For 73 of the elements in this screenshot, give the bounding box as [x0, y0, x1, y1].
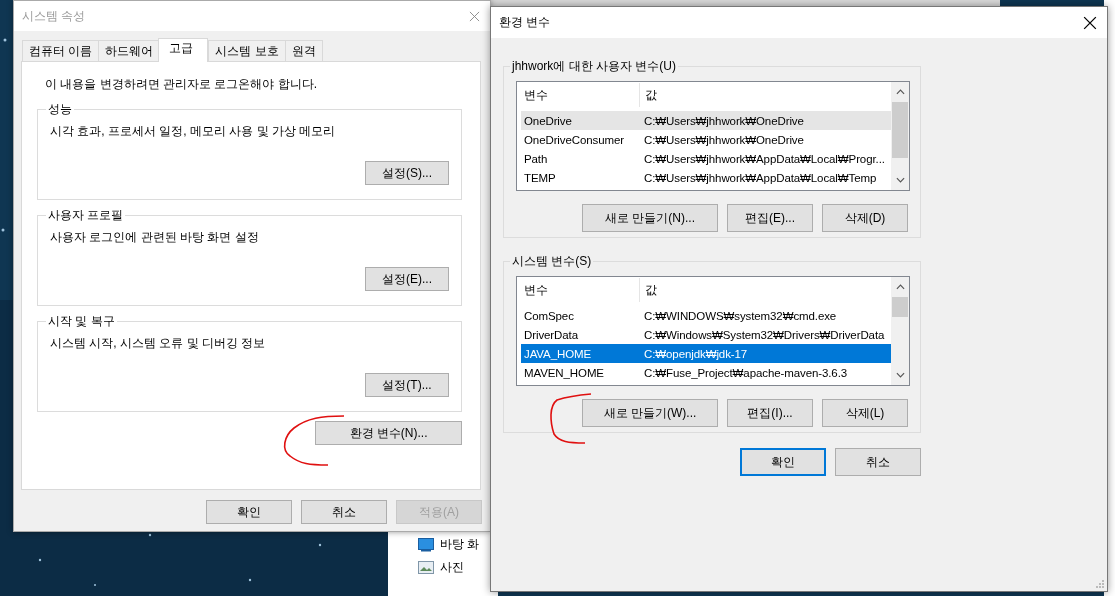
group-description: 시스템 시작, 시스템 오류 및 디버깅 정보 [50, 335, 267, 352]
variable-value: C:₩WINDOWS₩system32₩cmd.exe [643, 309, 837, 322]
close-icon[interactable] [1083, 15, 1097, 30]
scroll-up-icon[interactable] [895, 284, 905, 290]
hand-drawn-arc-drawing [549, 392, 593, 446]
window-title: 환경 변수 [499, 14, 551, 31]
list-action-button[interactable]: 새로 만들기(N)... [582, 204, 718, 232]
list-row[interactable]: TEMP C:₩Users₩jhhwork₩AppData₩Local₩Temp [521, 168, 891, 187]
environment-variables-button[interactable]: 환경 변수(N)... [315, 421, 462, 445]
variable-name: JAVA_HOME [523, 347, 593, 360]
group-title: 성능 [47, 101, 73, 118]
list-action-button[interactable]: 삭제(D) [822, 204, 908, 232]
list-row[interactable]: ComSpec C:₩WINDOWS₩system32₩cmd.exe [521, 306, 891, 325]
group-description: 시각 효과, 프로세서 일정, 메모리 사용 및 가상 메모리 [50, 123, 337, 140]
folder-label[interactable]: 바탕 화 [440, 536, 480, 553]
list-row[interactable]: JAVA_HOME C:₩openjdk₩jdk-17 [521, 344, 891, 363]
variable-name: ComSpec [523, 309, 575, 322]
tab[interactable]: 고급 [158, 38, 209, 62]
dialog-button[interactable]: 확인 [740, 448, 826, 476]
scroll-down-icon[interactable] [895, 177, 905, 183]
scroll-up-icon[interactable] [895, 89, 905, 95]
variable-value: C:₩Users₩jhhwork₩OneDrive [643, 114, 804, 127]
group-description: 사용자 로그인에 관련된 바탕 화면 설정 [50, 229, 260, 246]
group-title: 사용자 프로필 [47, 207, 125, 224]
dialog-button[interactable]: 취소 [301, 500, 387, 524]
hand-drawn-arc-drawing [282, 414, 346, 468]
variable-name: Path [523, 152, 549, 165]
list-row[interactable]: DriverData C:₩Windows₩System32₩Drivers₩DriverData [521, 325, 891, 344]
list-action-button[interactable]: 새로 만들기(W)... [582, 399, 718, 427]
folder-label[interactable]: 사진 [440, 559, 464, 576]
list-row[interactable]: OneDriveConsumer C:₩Users₩jhhwork₩OneDrive [521, 130, 891, 149]
tab[interactable]: 컴퓨터 이름 [22, 40, 100, 61]
scroll-thumb[interactable] [892, 102, 908, 158]
settings-button[interactable]: 설정(S)... [365, 161, 449, 185]
monitor-icon [418, 537, 434, 552]
notice-text: 이 내용을 변경하려면 관리자로 로그온해야 합니다. [45, 76, 318, 93]
settings-button[interactable]: 설정(T)... [365, 373, 449, 397]
variable-value: C:₩Users₩jhhwork₩AppData₩Local₩Progr... [643, 152, 885, 165]
variable-value: C:₩Users₩jhhwork₩AppData₩Local₩Temp [643, 171, 877, 184]
variable-value: C:₩Windows₩System32₩Drivers₩DriverData [643, 328, 885, 341]
list-action-button[interactable]: 편집(I)... [727, 399, 813, 427]
group-title: jhhwork에 대한 사용자 변수(U) [510, 58, 677, 75]
dialog-button[interactable]: 취소 [835, 448, 921, 476]
list-action-button[interactable]: 삭제(L) [822, 399, 908, 427]
variable-name: OneDriveConsumer [523, 133, 626, 146]
variable-value: C:₩Fuse_Project₩apache-maven-3.6.3 [643, 366, 848, 379]
group-title: 시스템 변수(S) [511, 253, 593, 270]
variable-value: C:₩openjdk₩jdk-17 [643, 347, 748, 360]
column-header[interactable]: 변수 [521, 278, 640, 302]
variable-name: TEMP [523, 171, 557, 184]
variable-value: C:₩Users₩jhhwork₩OneDrive [643, 133, 804, 146]
window-title: 시스템 속성 [22, 7, 86, 25]
column-header[interactable]: 변수 [521, 83, 640, 107]
list-row[interactable]: MAVEN_HOME C:₩Fuse_Project₩apache-maven-3.6.3 [521, 363, 891, 382]
image-icon [418, 560, 434, 575]
group-title: 시작 및 복구 [47, 313, 116, 330]
resize-grip-icon[interactable] [1096, 580, 1104, 588]
scrollbar[interactable] [891, 277, 909, 385]
scrollbar[interactable] [891, 82, 909, 190]
scroll-down-icon[interactable] [895, 372, 905, 378]
column-header[interactable]: 값 [640, 278, 657, 302]
scroll-thumb[interactable] [892, 297, 908, 317]
dialog-button[interactable]: 확인 [206, 500, 292, 524]
column-header[interactable]: 값 [640, 83, 657, 107]
list-row[interactable]: Path C:₩Users₩jhhwork₩AppData₩Local₩Progr... [521, 149, 891, 168]
list-row[interactable]: OneDrive C:₩Users₩jhhwork₩OneDrive [521, 111, 891, 130]
list-action-button[interactable]: 편집(E)... [727, 204, 813, 232]
tab[interactable]: 원격 [284, 40, 323, 61]
settings-button[interactable]: 설정(E)... [365, 267, 449, 291]
tab[interactable]: 시스템 보호 [208, 40, 286, 61]
variable-name: MAVEN_HOME [523, 366, 605, 379]
variable-name: DriverData [523, 328, 579, 341]
variable-name: OneDrive [523, 114, 573, 127]
